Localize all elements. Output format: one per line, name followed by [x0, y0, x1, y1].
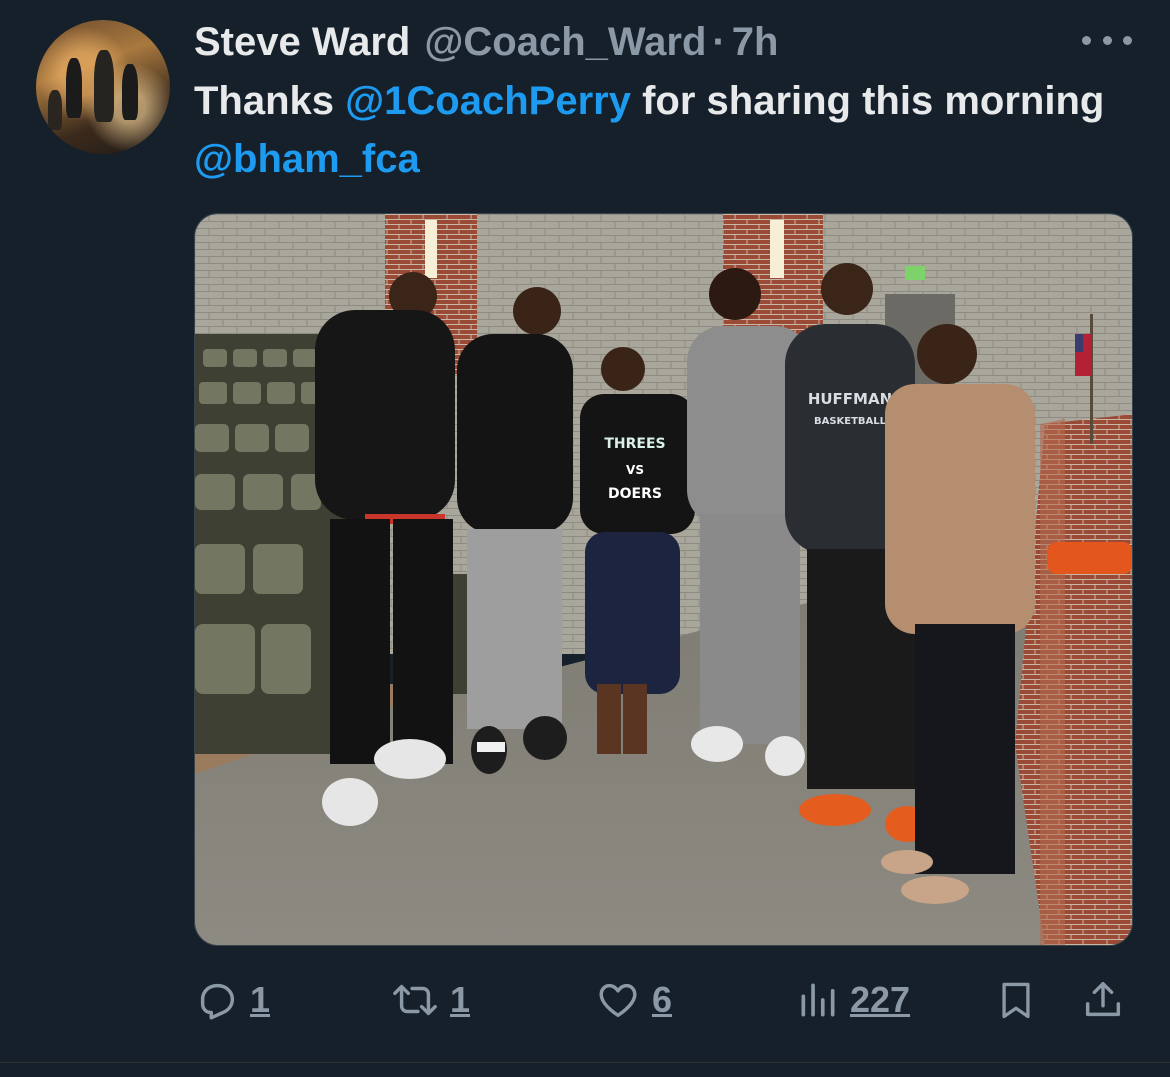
bookmark-button[interactable]: [994, 970, 1038, 1030]
more-dot: [1082, 35, 1091, 45]
mention-link[interactable]: @bham_fca: [194, 137, 420, 181]
wall-light: [425, 220, 437, 278]
hoodie-text: BASKETBALL: [814, 416, 887, 427]
tweet-text-prefix: Thanks: [194, 79, 346, 123]
retweet-count: 1: [450, 979, 471, 1020]
bookmark-icon: [1002, 982, 1030, 1019]
shirt-text: DOERS: [608, 486, 662, 502]
author-handle[interactable]: @Coach_Ward: [424, 20, 706, 65]
tweet: Steve Ward @Coach_Ward · 7h Thanks @1Coa…: [0, 0, 1170, 1077]
reply-count: 1: [250, 979, 271, 1020]
tweet-text: Thanks @1CoachPerry for sharing this mor…: [194, 72, 1124, 188]
separator-dot: ·: [712, 19, 726, 64]
more-dot: [1102, 35, 1112, 45]
more-dot: [1123, 35, 1132, 45]
timestamp[interactable]: 7h: [732, 20, 779, 65]
hoodie-text: HUFFMAN: [808, 390, 892, 408]
divider: [0, 1062, 1170, 1063]
reply-icon: [200, 983, 235, 1020]
heart-icon: [599, 983, 637, 1018]
views-icon: [801, 983, 835, 1017]
views-count: 227: [850, 979, 911, 1020]
exit-sign: [905, 266, 925, 280]
share-button[interactable]: [1080, 970, 1126, 1030]
photo-scene: THREES VS DOERS HUFFMAN BASKETBALL: [195, 214, 1132, 945]
like-count: 6: [652, 979, 673, 1020]
avatar[interactable]: [36, 20, 170, 154]
orange-bag: [1047, 542, 1132, 574]
like-button[interactable]: 6: [594, 970, 672, 1030]
tweet-text-middle: for sharing this morning: [630, 79, 1105, 123]
retweet-icon: [393, 984, 437, 1016]
retweet-button[interactable]: 1: [390, 970, 470, 1030]
tweet-actions: 1 1 6 227: [194, 970, 1133, 1030]
flag-pole: [1090, 314, 1093, 444]
author-name[interactable]: Steve Ward: [194, 20, 410, 65]
share-icon: [1085, 981, 1121, 1017]
more-options-icon[interactable]: [1082, 28, 1132, 52]
tweet-photo[interactable]: THREES VS DOERS HUFFMAN BASKETBALL: [194, 213, 1133, 946]
shirt-text: VS: [626, 463, 644, 477]
mention-link[interactable]: @1CoachPerry: [345, 79, 631, 123]
shirt-text: THREES: [604, 436, 665, 452]
tweet-header: Steve Ward @Coach_Ward · 7h: [194, 14, 778, 70]
wall-light: [770, 220, 784, 278]
views-button[interactable]: 227: [796, 970, 910, 1030]
reply-button[interactable]: 1: [194, 970, 270, 1030]
